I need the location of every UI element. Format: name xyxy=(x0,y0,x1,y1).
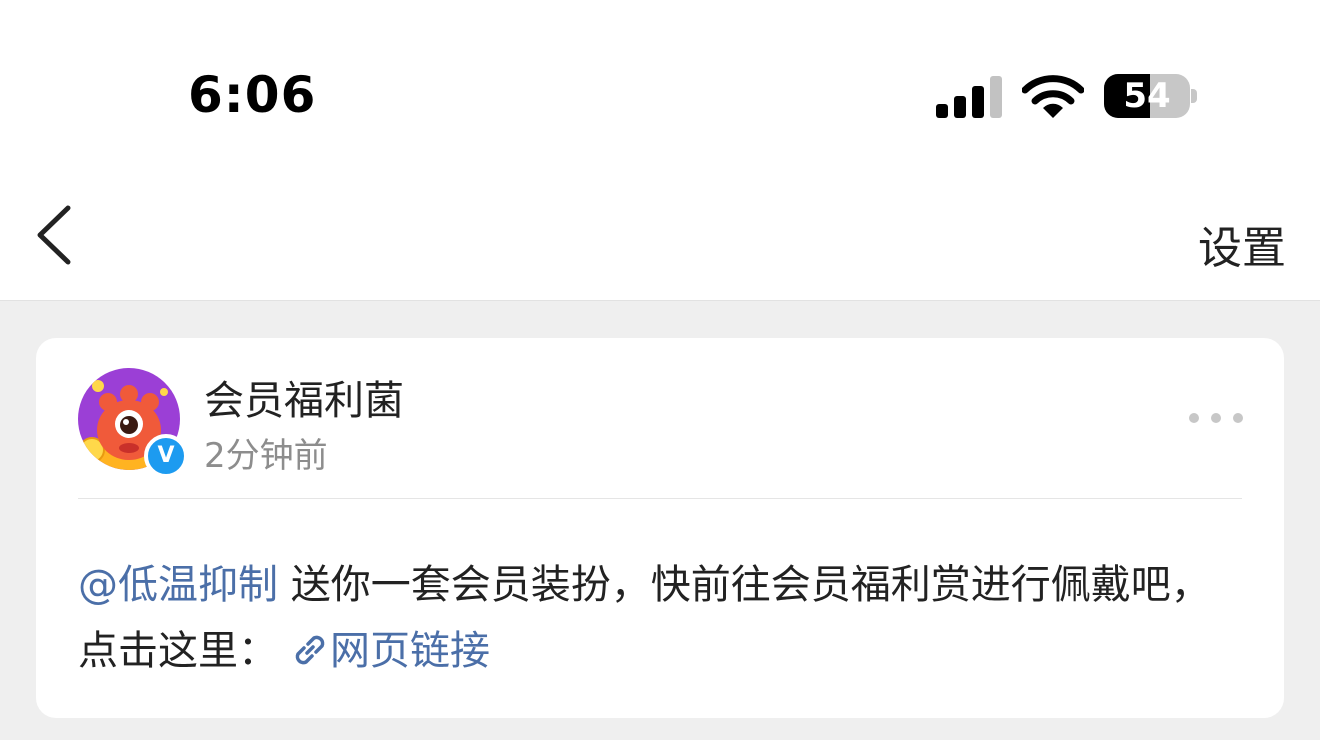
settings-button[interactable]: 设置 xyxy=(1198,212,1286,276)
verified-badge-icon: V xyxy=(144,434,188,478)
post-card: V 会员福利菌 2分钟前 @低温抑制 送你一套会员装扮，快前往会员福利赏进行佩戴… xyxy=(36,338,1284,718)
cellular-signal-icon xyxy=(936,76,1002,118)
battery-indicator: 54 xyxy=(1104,74,1190,118)
status-time: 6:06 xyxy=(188,66,317,124)
mention-link[interactable]: @低温抑制 xyxy=(78,562,278,608)
web-link-label[interactable]: 网页链接 xyxy=(330,628,490,674)
battery-tip xyxy=(1191,89,1197,103)
web-link[interactable]: 网页链接 xyxy=(278,628,490,674)
back-button[interactable] xyxy=(28,200,84,270)
battery-percent: 54 xyxy=(1123,76,1171,116)
more-dots-icon xyxy=(1189,413,1243,423)
post-time: 2分钟前 xyxy=(204,436,328,476)
top-bar: 6:06 54 设置 xyxy=(0,0,1320,301)
post-content: @低温抑制 送你一套会员装扮，快前往会员福利赏进行佩戴吧，点击这里： 网页链接 xyxy=(78,552,1238,684)
link-icon xyxy=(295,635,325,665)
wifi-icon xyxy=(1022,75,1084,118)
divider xyxy=(78,498,1242,499)
chevron-left-icon xyxy=(37,205,71,265)
more-button[interactable] xyxy=(1186,404,1246,432)
author-name[interactable]: 会员福利菌 xyxy=(204,368,404,426)
